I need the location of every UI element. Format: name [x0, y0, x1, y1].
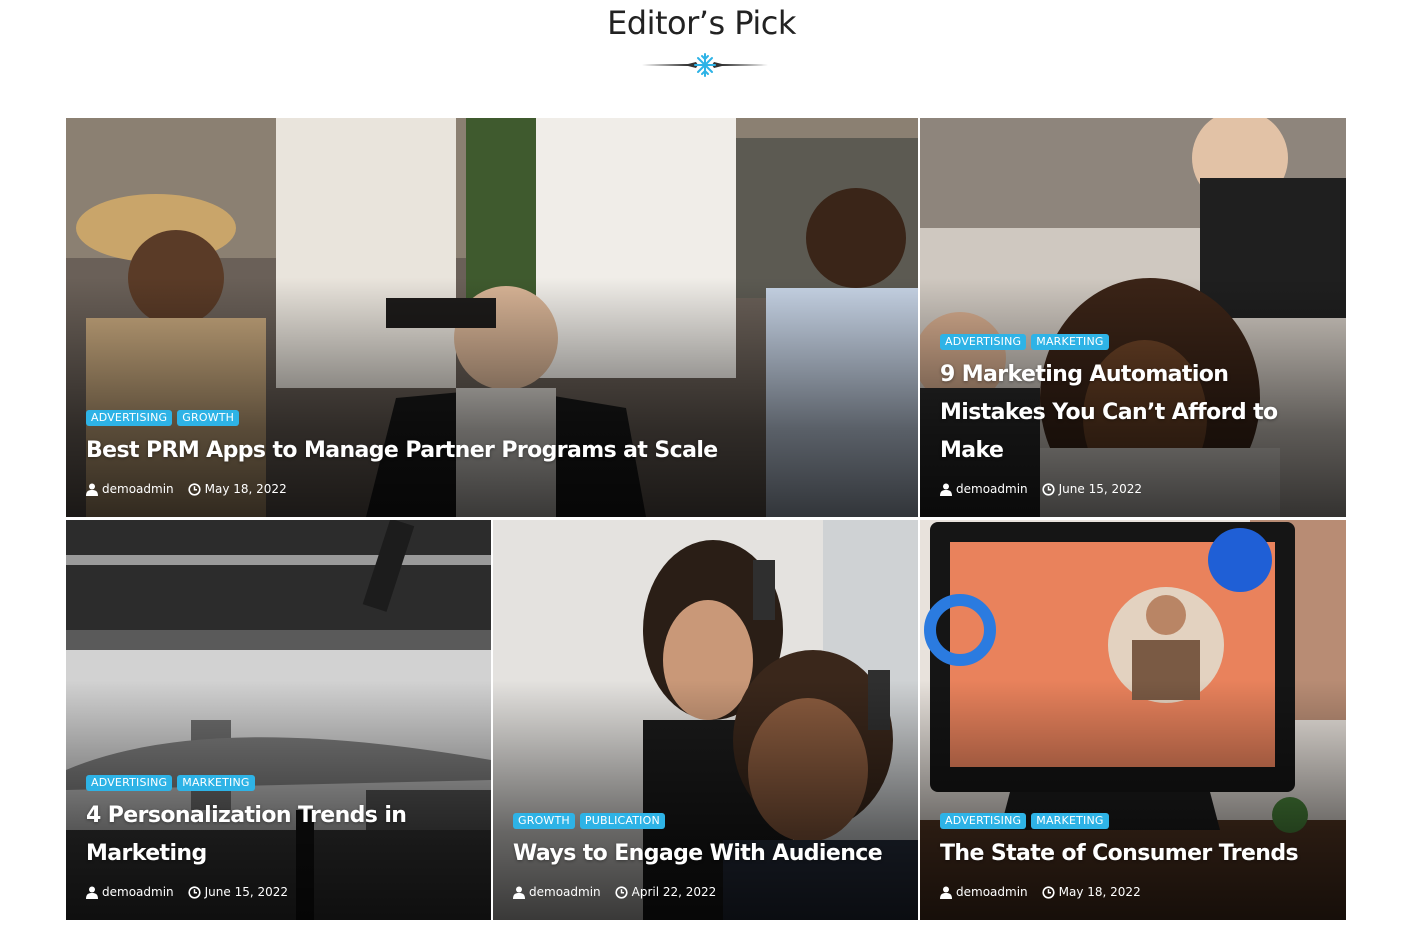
category-tag[interactable]: ADVERTISING [940, 334, 1027, 350]
post-author[interactable]: demoadmin [529, 885, 601, 899]
category-tag[interactable]: GROWTH [513, 813, 575, 829]
category-tag[interactable]: PUBLICATION [579, 813, 665, 829]
user-icon [513, 886, 525, 899]
clock-icon [1042, 885, 1055, 899]
ornament-divider-icon [642, 53, 768, 77]
post-card-featured[interactable]: ADVERTISING GROWTH Best PRM Apps to Mana… [66, 118, 918, 517]
category-tag[interactable]: ADVERTISING [940, 813, 1027, 829]
post-date: April 22, 2022 [631, 885, 717, 899]
user-icon [86, 483, 98, 496]
post-date: May 18, 2022 [204, 482, 287, 496]
category-tag[interactable]: ADVERTISING [86, 410, 173, 426]
post-title[interactable]: Ways to Engage With Audience [513, 835, 898, 873]
post-author[interactable]: demoadmin [102, 885, 174, 899]
editors-pick-grid: ADVERTISING GROWTH Best PRM Apps to Mana… [66, 118, 1346, 920]
post-title[interactable]: The State of Consumer Trends [940, 835, 1326, 873]
clock-icon [188, 885, 201, 899]
category-tag[interactable]: MARKETING [1031, 334, 1109, 350]
clock-icon [1042, 482, 1055, 496]
clock-icon [615, 885, 628, 899]
post-card[interactable]: ADVERTISING MARKETING 4 Personalization … [66, 520, 491, 920]
category-tag[interactable]: MARKETING [1031, 813, 1109, 829]
user-icon [940, 886, 952, 899]
category-tag[interactable]: MARKETING [177, 775, 255, 791]
post-card[interactable]: ADVERTISING MARKETING 9 Marketing Automa… [920, 118, 1346, 517]
user-icon [86, 886, 98, 899]
post-date: June 15, 2022 [204, 885, 289, 899]
category-tag[interactable]: ADVERTISING [86, 775, 173, 791]
category-tag[interactable]: GROWTH [177, 410, 240, 426]
post-card[interactable]: ADVERTISING MARKETING The State of Consu… [920, 520, 1346, 920]
section-title: Editor’s Pick [607, 4, 796, 42]
post-title[interactable]: 9 Marketing Automation Mistakes You Can’… [940, 356, 1326, 470]
post-author[interactable]: demoadmin [956, 885, 1028, 899]
user-icon [940, 483, 952, 496]
post-title[interactable]: Best PRM Apps to Manage Partner Programs… [86, 432, 898, 470]
post-card[interactable]: GROWTH PUBLICATION Ways to Engage With A… [493, 520, 918, 920]
post-date: May 18, 2022 [1058, 885, 1141, 899]
clock-icon [188, 482, 201, 496]
post-author[interactable]: demoadmin [956, 482, 1028, 496]
post-title[interactable]: 4 Personalization Trends in Marketing [86, 797, 471, 873]
post-author[interactable]: demoadmin [102, 482, 174, 496]
post-date: June 15, 2022 [1058, 482, 1143, 496]
